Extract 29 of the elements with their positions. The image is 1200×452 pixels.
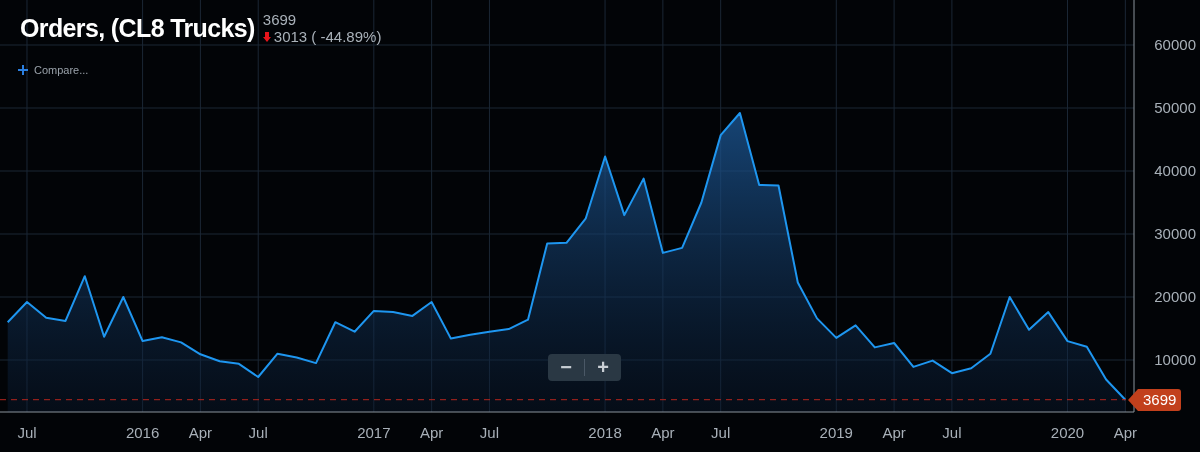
x-axis-label: Jul [248, 424, 268, 441]
x-axis-label: Apr [419, 424, 444, 441]
plus-icon [18, 65, 28, 76]
y-axis-label: 60000 [1154, 36, 1196, 53]
x-axis-label: Apr [1113, 424, 1137, 441]
zoom-in-button[interactable]: + [585, 354, 621, 381]
x-axis-label: Jul [17, 424, 37, 441]
x-axis-label: Jul [479, 424, 500, 441]
chart-title: Orders, (CL8 Trucks) [20, 13, 255, 44]
x-axis-label: Jul [711, 424, 731, 441]
y-axis-label: 40000 [1154, 162, 1196, 179]
y-axis-label: 20000 [1154, 288, 1196, 305]
x-axis-label: Apr [188, 424, 213, 441]
x-axis-label: 2017 [357, 424, 391, 441]
x-axis-label: 2018 [588, 424, 622, 441]
down-arrow-icon [262, 31, 271, 42]
x-axis-label: Apr [651, 424, 675, 441]
y-axis-label: 10000 [1154, 351, 1196, 368]
x-axis-label: Apr [882, 424, 906, 441]
change-value: 3013 ( -44.89%) [273, 28, 382, 45]
y-axis-label: 50000 [1154, 99, 1196, 116]
current-value: 3699 [262, 11, 298, 28]
y-axis-label: 30000 [1154, 225, 1196, 242]
zoom-out-button[interactable]: − [548, 354, 584, 381]
x-axis-label: 2019 [819, 424, 853, 441]
x-axis-label: 2020 [1050, 424, 1085, 441]
compare-button[interactable]: Compare... [18, 62, 89, 79]
x-axis-label: 2016 [125, 424, 160, 441]
x-axis-label: Jul [942, 424, 962, 441]
